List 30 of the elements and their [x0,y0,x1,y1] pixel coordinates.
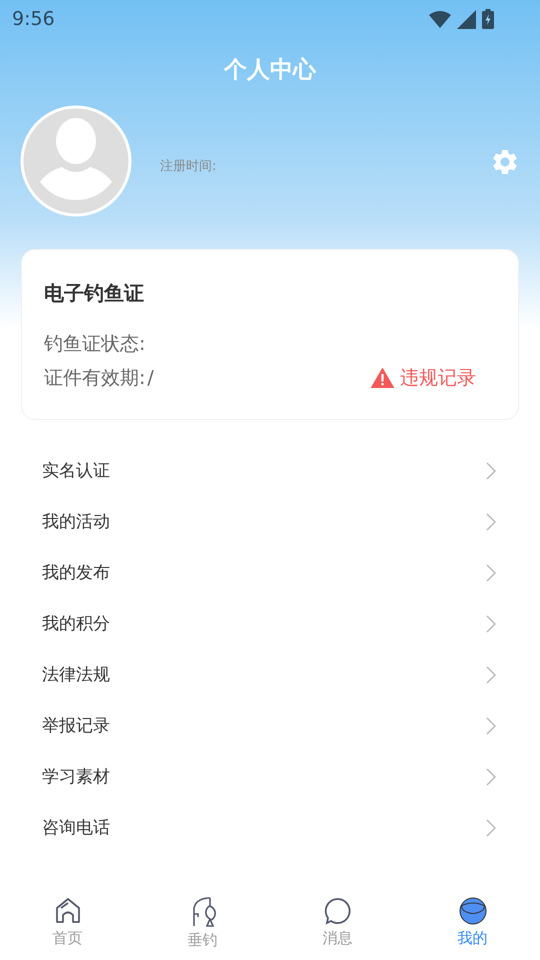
card-title: 电子钓鱼证 [44,280,145,307]
menu-item[interactable]: 咨询电话 [42,802,496,853]
menu-item[interactable]: 法律法规 [42,649,496,700]
menu-item[interactable]: 我的发布 [42,547,496,598]
menu-item[interactable]: 我的积分 [42,598,496,649]
status-time: 9:56 [12,8,55,30]
status-label: 钓鱼证状态: [44,332,146,357]
warning-icon[interactable] [371,368,394,388]
signal-icon [457,10,476,28]
battery-icon [482,9,494,29]
chevron-icon [486,666,496,684]
menu-item[interactable]: 举报记录 [42,700,496,751]
chevron-icon [486,512,496,530]
page-title: 个人中心 [222,56,318,85]
chevron-icon [486,462,496,480]
menu-item[interactable]: 实名认证 [42,445,496,496]
nav-tab[interactable]: 我的 [405,892,540,960]
chevron-icon [486,716,496,734]
validity-label: 证件有效期: [44,366,146,391]
validity-value: / [147,367,154,389]
menu-item[interactable]: 我的活动 [42,496,496,547]
chevron-icon [486,768,496,786]
menu-item[interactable]: 学习素材 [42,751,496,802]
chat-bubble-icon [322,896,352,926]
registration-label: 注册时间: [160,158,218,175]
wifi-icon [429,10,451,28]
chevron-icon [486,564,496,582]
avatar-icon [20,105,132,217]
chevron-icon [486,818,496,836]
chevron-icon [486,614,496,632]
